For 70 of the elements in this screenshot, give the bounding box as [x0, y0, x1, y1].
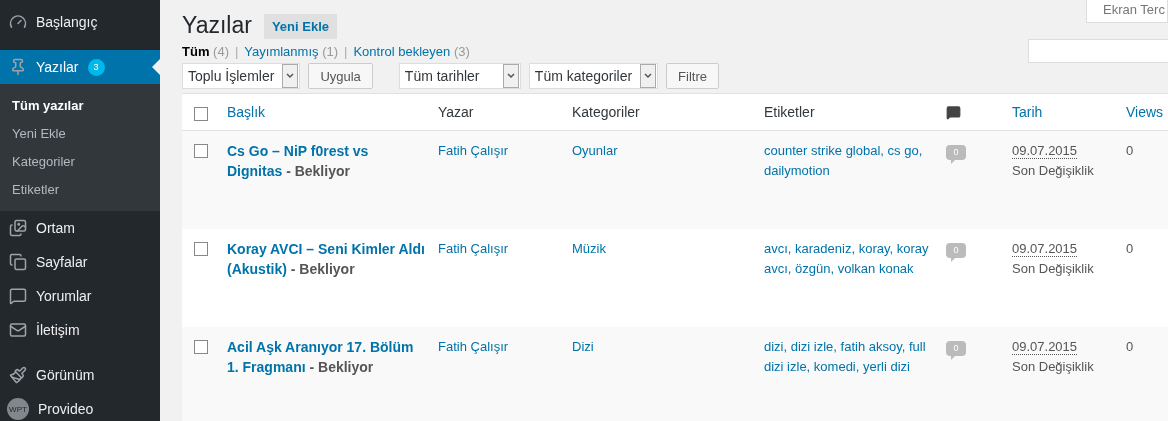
filter-button[interactable]: Filtre	[666, 63, 719, 89]
menu-label: Yazılar	[36, 59, 79, 75]
checkbox[interactable]	[194, 106, 208, 121]
add-new-button[interactable]: Yeni Ekle	[263, 14, 337, 39]
post-date: 09.07.2015	[1012, 339, 1078, 355]
caret-icon	[502, 64, 519, 88]
menu-item[interactable]: WPT Provideo	[0, 392, 160, 421]
author-link[interactable]: Fatih Çalışır	[438, 239, 572, 259]
status-link[interactable]: Yayımlanmış (1)	[244, 43, 339, 59]
status-link[interactable]: Kontrol bekleyen (3)	[353, 43, 470, 59]
submenu-item[interactable]: Yeni Ekle	[0, 119, 160, 147]
menu-item[interactable]: İletişim	[0, 313, 160, 347]
category-link[interactable]: Müzik	[572, 239, 764, 259]
column-header: Etiketler	[764, 104, 815, 120]
date-note: Son Değişiklik	[1012, 260, 1095, 278]
column-header[interactable]: Views	[1126, 104, 1164, 120]
menu-item[interactable]: Ortam	[0, 211, 160, 245]
checkbox[interactable]	[194, 242, 208, 256]
menu-label: Başlangıç	[36, 14, 98, 30]
checkbox[interactable]	[194, 144, 208, 158]
apply-button[interactable]: Uygula	[308, 63, 373, 89]
caret-icon	[640, 64, 657, 88]
menu-label: Provideo	[38, 401, 94, 417]
column-header: Yazar	[438, 104, 474, 120]
date-note: Son Değişiklik	[1012, 162, 1095, 180]
screen-options-tab[interactable]: Ekran Terc	[1086, 0, 1168, 23]
count-badge: 3	[87, 58, 105, 76]
menu-label: Görünüm	[36, 367, 95, 383]
date-note: Son Değişiklik	[1012, 358, 1095, 376]
view-count: 0	[1126, 142, 1135, 160]
media-icon	[9, 219, 27, 237]
menu-item[interactable]: Yorumlar	[0, 279, 160, 313]
submenu-item[interactable]: Tüm yazılar	[0, 91, 160, 119]
menu-label: Sayfalar	[36, 254, 88, 270]
page-title: Yazılar	[182, 12, 252, 39]
menu-label: Ortam	[36, 220, 75, 236]
comment-icon	[9, 287, 27, 305]
category-select[interactable]: Tüm kategoriler	[528, 63, 659, 89]
view-count: 0	[1126, 240, 1135, 258]
pages-icon	[9, 253, 27, 271]
view-count: 0	[1126, 338, 1135, 356]
menu-item[interactable]: Başlangıç	[0, 5, 160, 39]
separator: |	[344, 43, 348, 59]
gauge-icon	[9, 13, 27, 31]
pin-icon	[9, 58, 27, 76]
submenu-item[interactable]: Kategoriler	[0, 147, 160, 175]
menu-item[interactable]: Görünüm	[0, 358, 160, 392]
status-link[interactable]: Tüm (4)	[182, 43, 229, 59]
comment-icon	[946, 104, 961, 120]
mail-icon	[9, 321, 27, 339]
logo-icon: WPT	[7, 398, 29, 420]
checkbox[interactable]	[194, 340, 208, 354]
menu-label: Yorumlar	[36, 288, 92, 304]
post-date: 09.07.2015	[1012, 241, 1078, 257]
tags-list[interactable]: avcı, karadeniz, koray, koray avcı, özgün, volkan konak	[764, 239, 946, 279]
menu-label: İletişim	[36, 322, 80, 338]
search-field[interactable]	[1028, 39, 1168, 63]
submenu-item[interactable]: Etiketler	[0, 175, 160, 203]
post-date: 09.07.2015	[1012, 143, 1078, 159]
caret-icon	[282, 64, 299, 88]
menu-item[interactable]: Sayfalar	[0, 245, 160, 279]
separator: |	[234, 43, 239, 59]
menu-item[interactable]: Yazılar 3	[0, 50, 160, 84]
column-header: Kategoriler	[572, 104, 640, 120]
column-header[interactable]: Başlık	[227, 104, 266, 120]
date-select[interactable]: Tüm tarihler	[398, 63, 521, 89]
bulk-actions-select[interactable]: Toplu İşlemler	[182, 63, 301, 89]
brush-icon	[9, 366, 27, 384]
post-title[interactable]: Koray AVCI – Seni Kimler Aldı (Akustik) - Bekliyor	[227, 239, 438, 279]
column-header[interactable]: Tarih	[1012, 104, 1043, 120]
